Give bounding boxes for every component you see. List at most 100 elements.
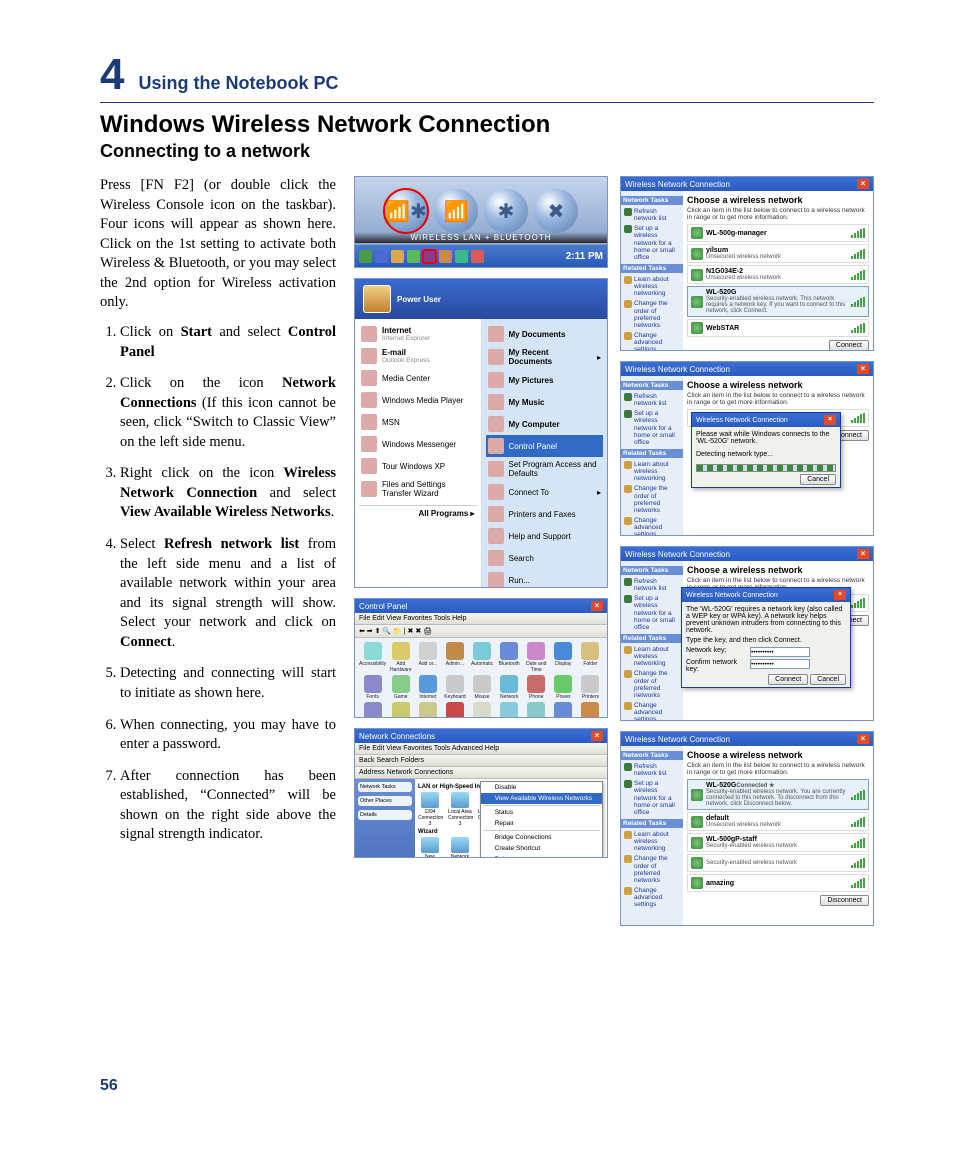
start-menu-item[interactable]: Search [486, 547, 604, 569]
control-panel-item[interactable]: Display [551, 642, 576, 673]
close-icon[interactable]: × [857, 549, 869, 559]
start-menu-item[interactable]: Tour Windows XP [359, 455, 477, 477]
task-link[interactable]: Change the order of preferred networks [624, 855, 680, 884]
task-link[interactable]: Change advanced settings [624, 517, 680, 536]
control-panel-item[interactable]: System [524, 702, 549, 718]
control-panel-item[interactable]: Game [388, 675, 413, 700]
network-item[interactable]: WL-500gP-staffSecurity-enabled wireless … [687, 833, 869, 852]
close-icon[interactable]: × [857, 179, 869, 189]
control-panel-item[interactable]: Taskbar [551, 702, 576, 718]
start-menu-item[interactable]: My Documents [486, 323, 604, 345]
control-panel-item[interactable]: Power [551, 675, 576, 700]
task-link[interactable]: Learn about wireless networking [624, 646, 680, 667]
context-menu-item[interactable]: Repair [481, 818, 602, 829]
start-menu-item[interactable]: Windows Messenger [359, 433, 477, 455]
task-link[interactable]: Change advanced settings [624, 332, 680, 351]
all-programs[interactable]: All Programs ▸ [359, 505, 477, 521]
control-panel-item[interactable]: Add Hardware [388, 642, 413, 673]
task-link[interactable]: Set up a wireless network for a home or … [624, 595, 680, 631]
task-link[interactable]: Change advanced settings [624, 702, 680, 721]
task-link[interactable]: Change the order of preferred networks [624, 485, 680, 514]
start-menu-item[interactable]: InternetInternet Explorer [359, 323, 477, 345]
close-icon[interactable]: × [824, 415, 836, 425]
context-menu-item[interactable]: Bridge Connections [481, 832, 602, 843]
control-panel-item[interactable]: Mouse [470, 675, 495, 700]
start-menu-item[interactable]: Help and Support [486, 525, 604, 547]
task-link[interactable]: Learn about wireless networking [624, 831, 680, 852]
close-icon[interactable]: × [857, 734, 869, 744]
task-link[interactable]: Set up a wireless network for a home or … [624, 225, 680, 261]
task-link[interactable]: Refresh network list [624, 578, 680, 592]
control-panel-item[interactable]: Internet [415, 675, 440, 700]
close-icon[interactable]: × [857, 364, 869, 374]
task-link[interactable]: Change advanced settings [624, 887, 680, 908]
control-panel-item[interactable]: User [578, 702, 603, 718]
network-item[interactable]: yilsumUnsecured wireless network [687, 244, 869, 263]
control-panel-item[interactable]: Date and Time [524, 642, 549, 673]
control-panel-item[interactable]: Scanners [388, 702, 413, 718]
control-panel-item[interactable]: Security [442, 702, 467, 718]
connection-icon[interactable]: New Connect... [418, 837, 442, 858]
close-icon[interactable]: × [591, 601, 603, 611]
start-menu-item[interactable]: My Pictures [486, 369, 604, 391]
start-menu-item[interactable]: Printers and Faxes [486, 503, 604, 525]
task-link[interactable]: Refresh network list [624, 763, 680, 777]
task-link[interactable]: Set up a wireless network for a home or … [624, 410, 680, 446]
start-menu-item[interactable]: E-mailOutlook Express [359, 345, 477, 367]
network-item[interactable]: amazing [687, 874, 869, 892]
network-item[interactable]: WL-520GSecurity-enabled wireless network… [687, 286, 869, 317]
task-link[interactable]: Change the order of preferred networks [624, 300, 680, 329]
disconnect-button[interactable]: Disconnect [820, 895, 869, 906]
connection-icon[interactable]: 1394 Connection 3 [418, 792, 442, 827]
control-panel-item[interactable]: Phone [524, 675, 549, 700]
cancel-button[interactable]: Cancel [800, 474, 836, 485]
close-icon[interactable]: × [834, 590, 846, 600]
start-menu-item[interactable]: Media Center [359, 367, 477, 389]
control-panel-item[interactable]: Scheduled [415, 702, 440, 718]
connection-icon[interactable]: Local Area Connection 3 [448, 792, 472, 827]
task-link[interactable]: Set up a wireless network for a home or … [624, 780, 680, 816]
start-menu-item[interactable]: My Recent Documents▸ [486, 345, 604, 369]
network-item[interactable]: WebSTAR [687, 319, 869, 337]
cancel-button[interactable]: Cancel [810, 674, 846, 685]
start-menu-item[interactable]: Windows Media Player [359, 389, 477, 411]
task-link[interactable]: Learn about wireless networking [624, 461, 680, 482]
network-item[interactable]: N1G034E-2Unsecured wireless network [687, 265, 869, 284]
start-menu-item[interactable]: Files and Settings Transfer Wizard [359, 477, 477, 501]
control-panel-item[interactable]: Bluetooth [497, 642, 522, 673]
task-link[interactable]: Learn about wireless networking [624, 276, 680, 297]
context-menu-item[interactable]: Create Shortcut [481, 843, 602, 854]
control-panel-item[interactable]: Fonts [359, 675, 386, 700]
connect-button[interactable]: Connect [768, 674, 808, 685]
network-item[interactable]: Security-enabled wireless network [687, 854, 869, 872]
network-item[interactable]: WL-500g-manager [687, 224, 869, 242]
connection-icon[interactable]: Network Setup Wizard [448, 837, 472, 858]
start-menu-item[interactable]: Run... [486, 569, 604, 588]
network-item[interactable]: defaultUnsecured wireless network [687, 812, 869, 831]
control-panel-item[interactable]: Admin... [442, 642, 467, 673]
control-panel-item[interactable]: Automatic [470, 642, 495, 673]
start-menu-item[interactable]: My Music [486, 391, 604, 413]
context-menu-item[interactable]: View Available Wireless Networks [481, 793, 602, 804]
start-menu-item[interactable]: Connect To▸ [486, 481, 604, 503]
start-menu-item[interactable]: Set Program Access and Defaults [486, 457, 604, 481]
start-menu-item[interactable]: MSN [359, 411, 477, 433]
network-key-input[interactable] [750, 647, 810, 657]
control-panel-item[interactable]: Folder [578, 642, 603, 673]
control-panel-item[interactable]: Network [497, 675, 522, 700]
control-panel-item[interactable]: Printers [578, 675, 603, 700]
control-panel-item[interactable]: Add or... [415, 642, 440, 673]
confirm-key-input[interactable] [750, 659, 810, 669]
control-panel-item[interactable]: Speech [497, 702, 522, 718]
start-menu-item[interactable]: My Computer [486, 413, 604, 435]
task-link[interactable]: Refresh network list [624, 208, 680, 222]
task-link[interactable]: Change the order of preferred networks [624, 670, 680, 699]
connect-button[interactable]: Connect [829, 340, 869, 351]
control-panel-item[interactable]: Sounds [470, 702, 495, 718]
start-menu-item[interactable]: Control Panel [486, 435, 604, 457]
task-link[interactable]: Refresh network list [624, 393, 680, 407]
control-panel-item[interactable]: Accessibility [359, 642, 386, 673]
control-panel-item[interactable]: Regional [359, 702, 386, 718]
context-menu-item[interactable]: Status [481, 807, 602, 818]
context-menu-item[interactable]: Disable [481, 782, 602, 793]
